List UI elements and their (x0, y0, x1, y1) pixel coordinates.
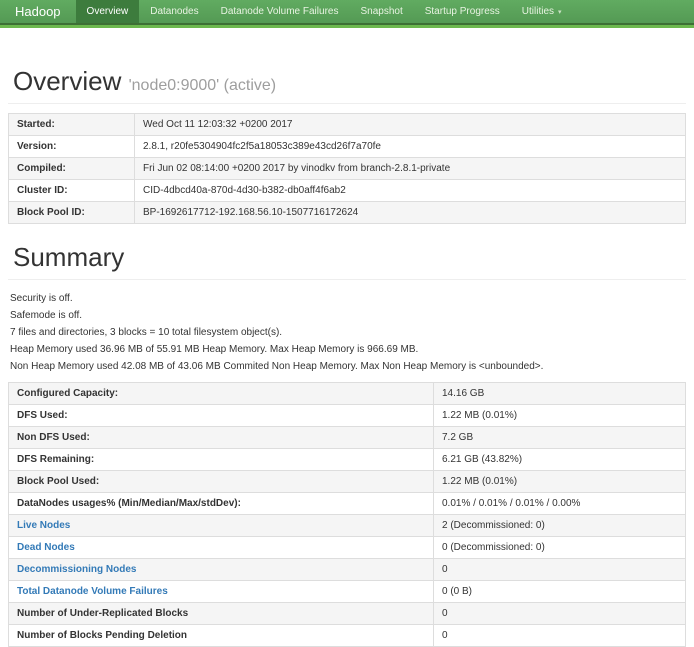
table-row: Number of Under-Replicated Blocks0 (9, 603, 686, 625)
row-label: Decommissioning Nodes (9, 559, 434, 581)
row-value: 0 (434, 625, 686, 647)
link-live-nodes[interactable]: Live Nodes (17, 520, 70, 531)
non-heap-memory: Non Heap Memory used 42.08 MB of 43.06 M… (10, 362, 686, 372)
row-value: CID-4dbcd40a-870d-4d30-b382-db0aff4f6ab2 (135, 180, 686, 202)
row-label: Configured Capacity: (9, 383, 434, 405)
row-value: 14.16 GB (434, 383, 686, 405)
row-label: DataNodes usages% (Min/Median/Max/stdDev… (9, 493, 434, 515)
row-label: Dead Nodes (9, 537, 434, 559)
row-label: Version: (9, 136, 135, 158)
divider (8, 279, 686, 280)
row-value: 0 (0 B) (434, 581, 686, 603)
table-row: DataNodes usages% (Min/Median/Max/stdDev… (9, 493, 686, 515)
table-row: Decommissioning Nodes 0 (9, 559, 686, 581)
overview-table: Started:Wed Oct 11 12:03:32 +0200 2017Ve… (8, 113, 686, 224)
row-value: 6.21 GB (43.82%) (434, 449, 686, 471)
table-row: Version:2.8.1, r20fe5304904fc2f5a18053c3… (9, 136, 686, 158)
row-label: DFS Used: (9, 405, 434, 427)
row-value: Fri Jun 02 08:14:00 +0200 2017 by vinodk… (135, 158, 686, 180)
row-label: Number of Under-Replicated Blocks (9, 603, 434, 625)
row-label: Number of Blocks Pending Deletion (9, 625, 434, 647)
table-row: Non DFS Used:7.2 GB (9, 427, 686, 449)
row-value: 7.2 GB (434, 427, 686, 449)
heap-memory: Heap Memory used 36.96 MB of 55.91 MB He… (10, 345, 686, 355)
row-label: Started: (9, 114, 135, 136)
divider (8, 103, 686, 104)
page-content: Overview 'node0:9000' (active) Started:W… (0, 66, 694, 647)
brand-hadoop[interactable]: Hadoop (0, 0, 76, 23)
row-label: DFS Remaining: (9, 449, 434, 471)
table-row: Dead Nodes 0 (Decommissioned: 0) (9, 537, 686, 559)
table-row: Total Datanode Volume Failures 0 (0 B) (9, 581, 686, 603)
navbar: Hadoop Overview Datanodes Datanode Volum… (0, 0, 694, 25)
table-row: Number of Blocks Pending Deletion0 (9, 625, 686, 647)
summary-text: Security is off. Safemode is off. 7 file… (8, 289, 686, 382)
navbar-accent-bar (0, 25, 694, 28)
row-value: 2.8.1, r20fe5304904fc2f5a18053c389e43cd2… (135, 136, 686, 158)
link-dead-nodes[interactable]: Dead Nodes (17, 542, 75, 553)
row-label: Non DFS Used: (9, 427, 434, 449)
summary-heading: Summary (8, 242, 686, 279)
row-value: 0.01% / 0.01% / 0.01% / 0.00% (434, 493, 686, 515)
link-decommissioning-nodes[interactable]: Decommissioning Nodes (17, 564, 136, 575)
filesystem-objects: 7 files and directories, 3 blocks = 10 t… (10, 328, 686, 338)
page-title: Overview (13, 66, 121, 96)
row-value: Wed Oct 11 12:03:32 +0200 2017 (135, 114, 686, 136)
row-value: 0 (Decommissioned: 0) (434, 537, 686, 559)
tab-startup-progress[interactable]: Startup Progress (414, 0, 511, 23)
table-row: DFS Used:1.22 MB (0.01%) (9, 405, 686, 427)
row-value: 0 (434, 603, 686, 625)
security-status: Security is off. (10, 294, 686, 304)
tab-utilities[interactable]: Utilities ▾ (511, 0, 573, 23)
row-value: 2 (Decommissioned: 0) (434, 515, 686, 537)
table-row: Configured Capacity:14.16 GB (9, 383, 686, 405)
row-value: BP-1692617712-192.168.56.10-150771617262… (135, 202, 686, 224)
table-row: Compiled:Fri Jun 02 08:14:00 +0200 2017 … (9, 158, 686, 180)
row-label: Live Nodes (9, 515, 434, 537)
row-label: Block Pool ID: (9, 202, 135, 224)
row-label: Total Datanode Volume Failures (9, 581, 434, 603)
table-row: Live Nodes 2 (Decommissioned: 0) (9, 515, 686, 537)
table-row: Block Pool Used:1.22 MB (0.01%) (9, 471, 686, 493)
tab-datanodes[interactable]: Datanodes (139, 0, 209, 23)
overview-heading: Overview 'node0:9000' (active) (8, 66, 686, 103)
row-label: Cluster ID: (9, 180, 135, 202)
row-value: 1.22 MB (0.01%) (434, 471, 686, 493)
table-row: Started:Wed Oct 11 12:03:32 +0200 2017 (9, 114, 686, 136)
summary-table: Configured Capacity:14.16 GBDFS Used:1.2… (8, 382, 686, 647)
tab-snapshot[interactable]: Snapshot (349, 0, 413, 23)
tab-datanode-volume-failures[interactable]: Datanode Volume Failures (210, 0, 350, 23)
tab-utilities-label: Utilities (522, 6, 554, 17)
row-value: 0 (434, 559, 686, 581)
chevron-down-icon: ▾ (558, 8, 562, 16)
table-row: Block Pool ID:BP-1692617712-192.168.56.1… (9, 202, 686, 224)
table-row: DFS Remaining:6.21 GB (43.82%) (9, 449, 686, 471)
tab-overview[interactable]: Overview (76, 0, 140, 23)
table-row: Cluster ID:CID-4dbcd40a-870d-4d30-b382-d… (9, 180, 686, 202)
safemode-status: Safemode is off. (10, 311, 686, 321)
namenode-address: 'node0:9000' (active) (129, 77, 277, 94)
row-label: Block Pool Used: (9, 471, 434, 493)
link-total-datanode-volume-failures[interactable]: Total Datanode Volume Failures (17, 586, 168, 597)
row-label: Compiled: (9, 158, 135, 180)
row-value: 1.22 MB (0.01%) (434, 405, 686, 427)
